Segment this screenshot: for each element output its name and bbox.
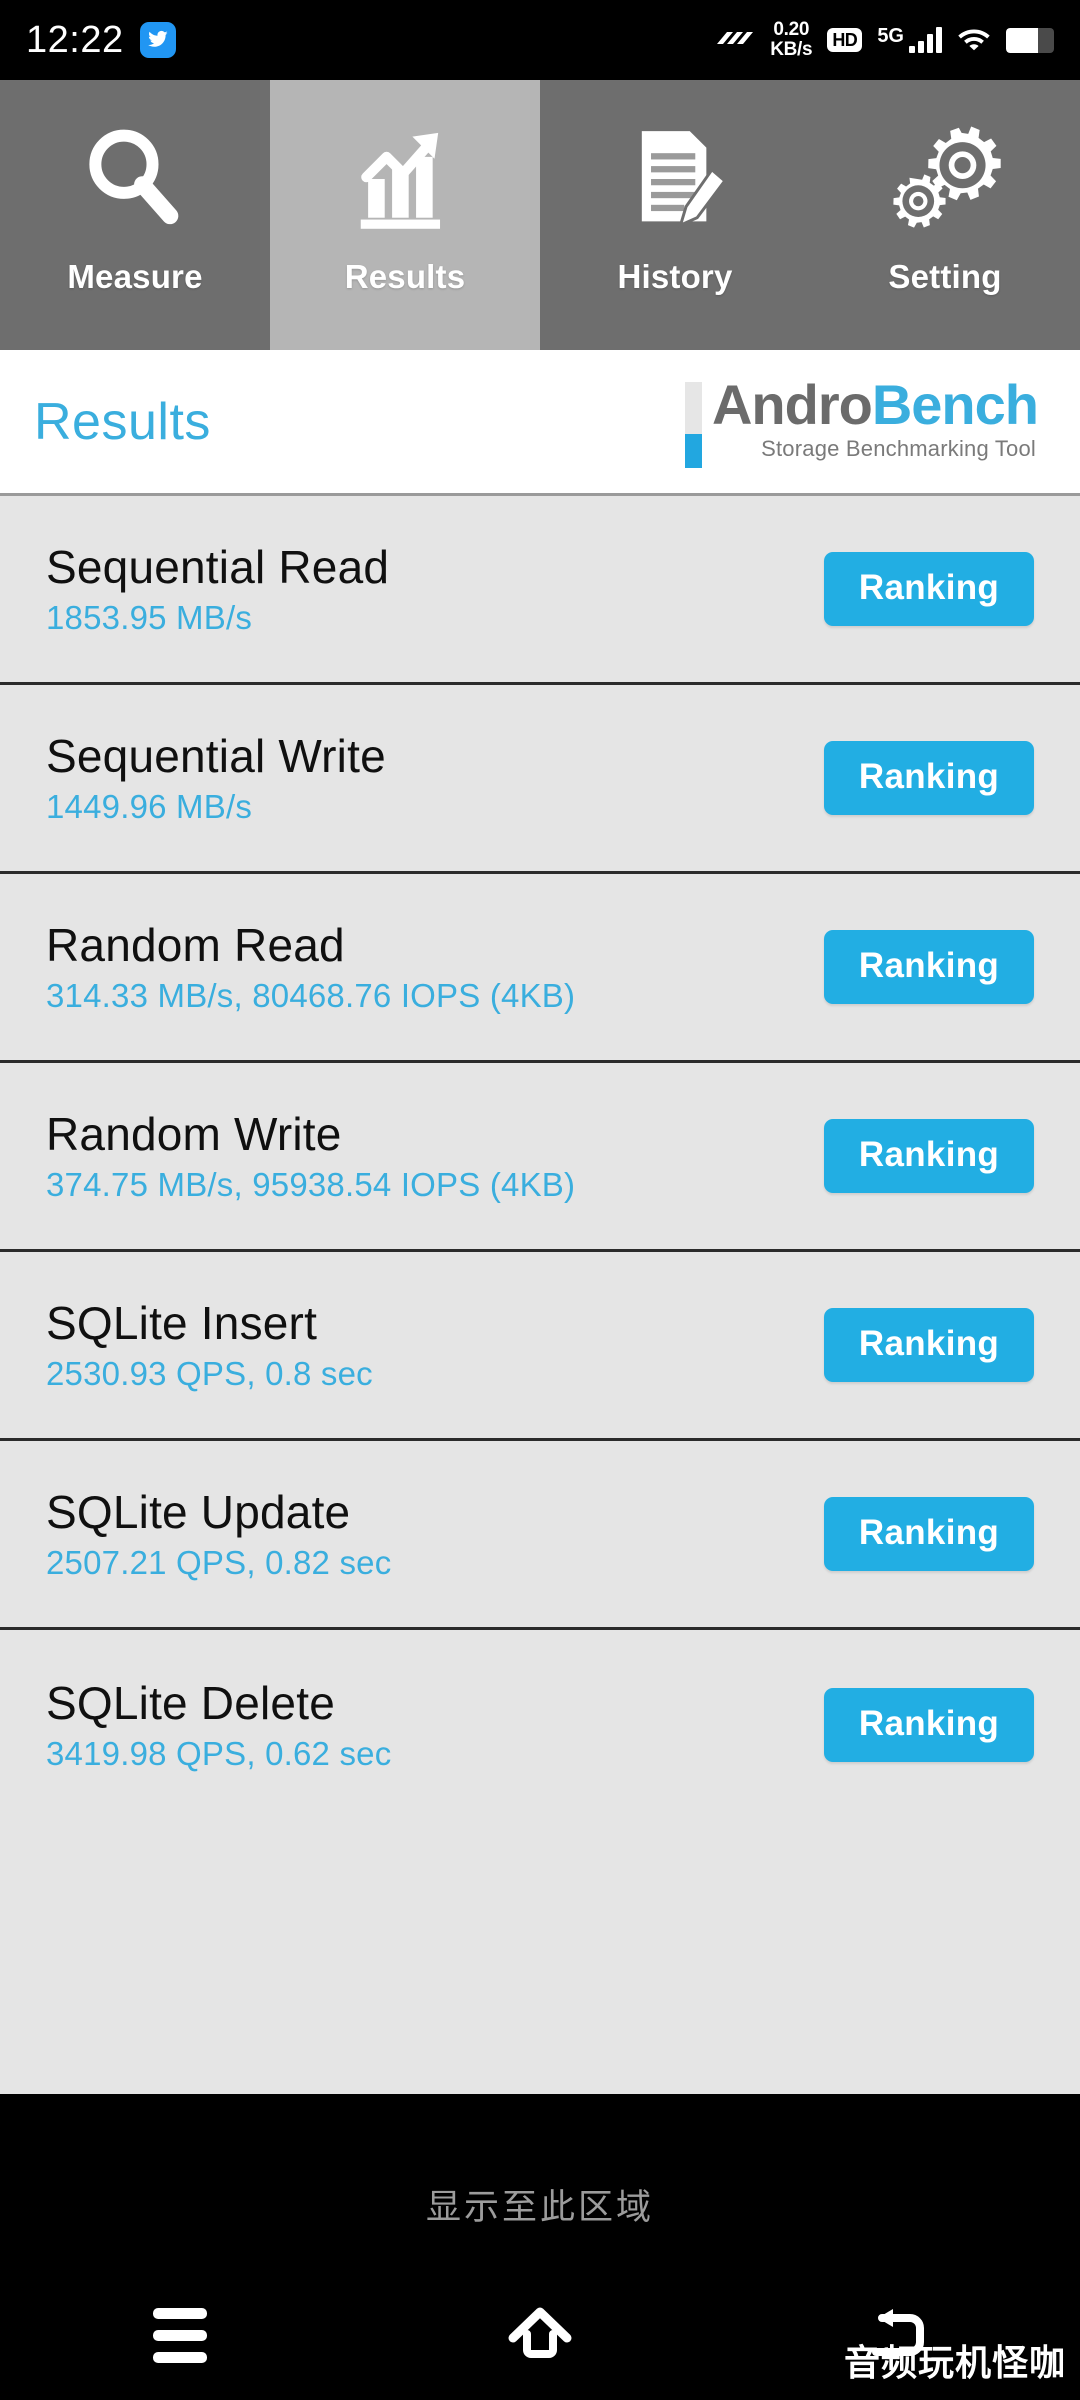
table-row[interactable]: SQLite Insert 2530.93 QPS, 0.8 sec Ranki… [0, 1252, 1080, 1441]
row-text: Sequential Write 1449.96 MB/s [46, 730, 386, 826]
home-button[interactable] [360, 2270, 720, 2400]
benchmark-name: Random Read [46, 919, 345, 971]
document-pen-icon [616, 114, 734, 244]
status-bar-right: 0.20 KB/s HD 5G [711, 20, 1054, 60]
ranking-button[interactable]: Ranking [824, 1687, 1034, 1762]
phone-screen: 12:22 0.20 KB/s HD 5G Measure Results Hi… [0, 0, 1080, 2400]
status-clock: 12:22 [26, 18, 124, 61]
network-speed: 0.20 KB/s [770, 20, 812, 60]
brand-text: AndroBench Storage Benchmarking Tool [711, 372, 1039, 462]
tab-label-setting: Setting [888, 258, 1002, 295]
brand-name-primary: Andro [711, 372, 873, 436]
row-text: SQLite Update 2507.21 QPS, 0.82 sec [46, 1486, 391, 1582]
table-row[interactable]: SQLite Delete 3419.98 QPS, 0.62 sec Rank… [0, 1630, 1080, 1819]
watermark-text: 音频玩机怪咖 [843, 2343, 1066, 2384]
page-title: Results [34, 392, 211, 451]
results-list[interactable]: Sequential Read 1853.95 MB/s Ranking Seq… [0, 496, 1080, 2094]
ranking-button[interactable]: Ranking [824, 1308, 1034, 1382]
tab-label-measure: Measure [67, 258, 203, 295]
ranking-button[interactable]: Ranking [824, 552, 1034, 626]
list-empty-space [0, 1819, 1080, 2094]
page-header: Results AndroBench Storage Benchmarking … [0, 350, 1080, 496]
table-row[interactable]: Random Read 314.33 MB/s, 80468.76 IOPS (… [0, 874, 1080, 1063]
tab-label-history: History [617, 258, 733, 295]
benchmark-value: 1853.95 MB/s [46, 599, 253, 636]
bar-chart-arrow-icon [346, 114, 464, 244]
ranking-button[interactable]: Ranking [824, 1119, 1034, 1193]
benchmark-value: 314.33 MB/s, 80468.76 IOPS (4KB) [46, 977, 576, 1014]
brand-name: AndroBench [711, 372, 1039, 436]
cellular-indicator: 5G [877, 25, 942, 53]
status-bar: 12:22 0.20 KB/s HD 5G [0, 0, 1080, 80]
network-speed-unit: KB/s [770, 39, 813, 60]
benchmark-value: 374.75 MB/s, 95938.54 IOPS (4KB) [46, 1166, 576, 1203]
hamburger-icon [153, 2307, 207, 2363]
tab-measure[interactable]: Measure [0, 80, 270, 350]
brand-tagline: Storage Benchmarking Tool [761, 435, 1036, 461]
battery-icon [1006, 27, 1054, 53]
benchmark-name: SQLite Delete [46, 1676, 335, 1729]
hd-icon: HD [827, 28, 863, 52]
tab-results[interactable]: Results [270, 80, 540, 350]
tab-label-results: Results [344, 258, 466, 295]
benchmark-name: SQLite Update [46, 1486, 351, 1538]
ranking-button[interactable]: Ranking [824, 1497, 1034, 1571]
network-type-label: 5G [877, 25, 904, 47]
status-bar-left: 12:22 [26, 19, 176, 62]
benchmark-name: Sequential Write [46, 730, 386, 782]
row-text: Sequential Read 1853.95 MB/s [46, 541, 389, 637]
bottom-area: 显示至此区域 音频玩机怪咖 [0, 2094, 1080, 2400]
row-text: Random Read 314.33 MB/s, 80468.76 IOPS (… [46, 919, 575, 1015]
home-icon [507, 2304, 573, 2366]
benchmark-name: Random Write [46, 1108, 342, 1160]
recents-button[interactable] [0, 2270, 360, 2400]
magnifier-icon [76, 114, 194, 244]
row-text: SQLite Delete 3419.98 QPS, 0.62 sec [46, 1677, 391, 1773]
benchmark-name: SQLite Insert [46, 1297, 318, 1349]
table-row[interactable]: Random Write 374.75 MB/s, 95938.54 IOPS … [0, 1063, 1080, 1252]
benchmark-name: Sequential Read [46, 541, 390, 593]
speed-lines-icon [711, 28, 755, 52]
benchmark-value: 1449.96 MB/s [46, 788, 253, 825]
table-row[interactable]: Sequential Read 1853.95 MB/s Ranking [0, 496, 1080, 685]
network-speed-value: 0.20 [773, 19, 810, 40]
brand-name-secondary: Bench [871, 372, 1039, 436]
tab-setting[interactable]: Setting [810, 80, 1080, 350]
row-text: SQLite Insert 2530.93 QPS, 0.8 sec [46, 1297, 373, 1393]
logo-bar-icon [684, 381, 702, 468]
benchmark-value: 2530.93 QPS, 0.8 sec [46, 1355, 373, 1392]
androbench-logo: AndroBench Storage Benchmarking Tool [684, 372, 1046, 468]
signal-bars-icon [909, 27, 942, 53]
gears-icon [886, 114, 1004, 244]
ranking-button[interactable]: Ranking [824, 741, 1034, 815]
main-tab-bar: Measure Results History Setting [0, 80, 1080, 350]
display-area-hint: 显示至此区域 [425, 2188, 654, 2228]
tab-history[interactable]: History [540, 80, 810, 350]
benchmark-value: 3419.98 QPS, 0.62 sec [46, 1734, 392, 1772]
table-row[interactable]: Sequential Write 1449.96 MB/s Ranking [0, 685, 1080, 874]
wifi-icon [957, 25, 991, 56]
bird-app-icon [139, 22, 176, 58]
benchmark-value: 2507.21 QPS, 0.82 sec [46, 1544, 392, 1581]
row-text: Random Write 374.75 MB/s, 95938.54 IOPS … [46, 1108, 575, 1204]
ranking-button[interactable]: Ranking [824, 930, 1034, 1004]
table-row[interactable]: SQLite Update 2507.21 QPS, 0.82 sec Rank… [0, 1441, 1080, 1630]
